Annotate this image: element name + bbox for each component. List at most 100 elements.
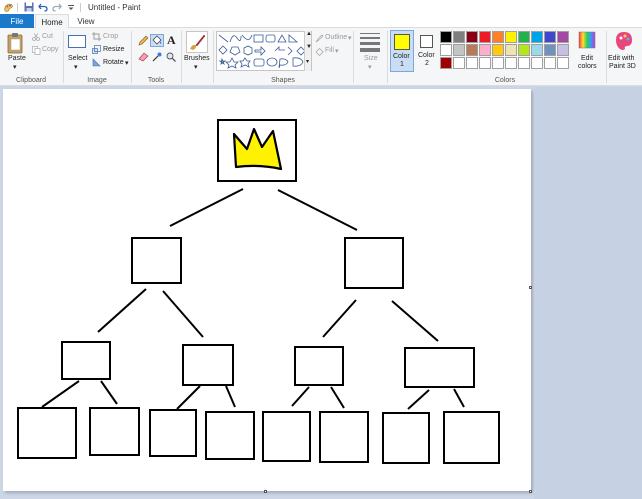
- save-icon[interactable]: [23, 1, 35, 13]
- paint3d-label-2: Paint 3D: [609, 63, 636, 70]
- brushes-dropdown-icon[interactable]: ▾: [194, 63, 198, 71]
- select-button[interactable]: [68, 35, 86, 48]
- paint3d-icon[interactable]: [615, 31, 633, 53]
- palette-swatch[interactable]: [531, 31, 543, 43]
- palette-swatch[interactable]: [453, 31, 465, 43]
- tab-view[interactable]: View: [70, 14, 102, 28]
- select-dropdown-icon[interactable]: ▾: [74, 63, 78, 71]
- canvas-resize-handle-corner[interactable]: [529, 490, 532, 493]
- shapes-gallery[interactable]: [216, 31, 312, 71]
- rotate-icon: [92, 58, 101, 69]
- fill-button[interactable]: Fill: [325, 47, 334, 54]
- shapes-group: ▲ ▼ ▾ Outline ▾ Fill ▾ Shapes: [214, 28, 352, 86]
- size-dropdown-icon[interactable]: ▾: [368, 63, 372, 71]
- edit-colors-label-1: Edit: [581, 55, 594, 62]
- palette-swatch[interactable]: [544, 31, 556, 43]
- palette-swatch[interactable]: [557, 31, 569, 43]
- customize-toolbar-icon[interactable]: [65, 1, 77, 13]
- rotate-dropdown-icon[interactable]: ▾: [125, 59, 129, 67]
- level4-box-5: [262, 411, 311, 462]
- palette-swatch[interactable]: [557, 57, 569, 69]
- level4-box-2: [89, 407, 140, 456]
- fill-dropdown-icon[interactable]: ▾: [335, 47, 339, 55]
- cut-button[interactable]: Cut: [42, 33, 53, 40]
- canvas-resize-handle-right[interactable]: [529, 286, 532, 289]
- paste-dropdown-icon[interactable]: ▾: [13, 63, 17, 71]
- palette-swatch[interactable]: [440, 57, 452, 69]
- shapes-scrollbar[interactable]: ▲ ▼ ▾: [304, 31, 312, 71]
- paint-app-icon[interactable]: [2, 1, 14, 13]
- canvas-resize-handle-bottom[interactable]: [264, 490, 267, 493]
- colors-group-label: Colors: [494, 77, 516, 84]
- palette-swatch[interactable]: [531, 44, 543, 56]
- copy-button[interactable]: Copy: [42, 46, 58, 53]
- magnifier-icon[interactable]: [166, 52, 176, 64]
- color1-button[interactable]: Color 1: [390, 30, 414, 72]
- copy-icon: [32, 46, 41, 57]
- scissors-icon: [32, 33, 41, 43]
- palette-swatch[interactable]: [505, 57, 517, 69]
- undo-icon[interactable]: [37, 1, 49, 13]
- palette-swatch[interactable]: [505, 31, 517, 43]
- rotate-button[interactable]: Rotate: [103, 59, 124, 66]
- pencil-icon[interactable]: [138, 35, 149, 48]
- level3-box-1: [61, 341, 111, 380]
- tab-file[interactable]: File: [0, 14, 34, 28]
- tab-home[interactable]: Home: [35, 14, 69, 29]
- color2-button[interactable]: Color 2: [416, 30, 440, 72]
- drawing-canvas[interactable]: [3, 89, 531, 491]
- text-tool-icon[interactable]: A: [167, 33, 176, 48]
- brushes-button[interactable]: [186, 31, 208, 53]
- palette-swatch[interactable]: [492, 31, 504, 43]
- size-lines-icon[interactable]: [360, 33, 380, 52]
- level2-box-left: [131, 237, 182, 284]
- color-palette: [440, 31, 580, 75]
- crop-button[interactable]: Crop: [103, 33, 118, 40]
- outline-icon: [315, 34, 324, 45]
- palette-swatch[interactable]: [466, 44, 478, 56]
- palette-swatch[interactable]: [544, 44, 556, 56]
- redo-icon[interactable]: [51, 1, 63, 13]
- tools-group: A Tools: [132, 28, 180, 86]
- ribbon-home: Paste ▾ Cut Copy Clipboard Select ▾ Crop…: [0, 28, 642, 86]
- size-group: Size ▾: [354, 28, 386, 86]
- palette-swatch[interactable]: [466, 57, 478, 69]
- window-title: Untitled - Paint: [88, 2, 141, 12]
- palette-swatch[interactable]: [466, 31, 478, 43]
- palette-swatch[interactable]: [453, 57, 465, 69]
- outline-dropdown-icon[interactable]: ▾: [348, 34, 352, 42]
- palette-swatch[interactable]: [479, 57, 491, 69]
- workspace: [0, 87, 642, 499]
- fill-bucket-icon[interactable]: [150, 34, 164, 47]
- outline-button[interactable]: Outline: [325, 34, 347, 41]
- palette-swatch[interactable]: [531, 57, 543, 69]
- palette-swatch[interactable]: [440, 31, 452, 43]
- colors-group: Color 1 Color 2 Edit colors Colors: [388, 28, 606, 86]
- palette-swatch[interactable]: [453, 44, 465, 56]
- resize-button[interactable]: Resize: [103, 46, 124, 53]
- brushes-group: Brushes ▾: [182, 28, 212, 86]
- edit-colors-icon[interactable]: [578, 31, 598, 51]
- palette-swatch[interactable]: [479, 31, 491, 43]
- image-group-label: Image: [87, 77, 107, 84]
- size-button[interactable]: Size: [364, 55, 378, 62]
- edit-colors-label-2: colors: [578, 63, 597, 70]
- family-tree-drawing: [17, 119, 500, 464]
- color-picker-icon[interactable]: [152, 52, 162, 64]
- palette-swatch[interactable]: [518, 44, 530, 56]
- palette-swatch[interactable]: [544, 57, 556, 69]
- eraser-icon[interactable]: [138, 52, 149, 64]
- level4-box-1: [17, 407, 77, 459]
- palette-swatch[interactable]: [479, 44, 491, 56]
- workspace-right-area: [534, 87, 642, 499]
- color1-swatch: [394, 34, 410, 50]
- palette-swatch[interactable]: [518, 57, 530, 69]
- palette-swatch[interactable]: [492, 44, 504, 56]
- palette-swatch[interactable]: [518, 31, 530, 43]
- palette-swatch[interactable]: [557, 44, 569, 56]
- shapes-group-label: Shapes: [271, 77, 295, 84]
- palette-swatch[interactable]: [440, 44, 452, 56]
- palette-swatch[interactable]: [492, 57, 504, 69]
- clipboard-group: Paste ▾ Cut Copy Clipboard: [0, 28, 62, 86]
- palette-swatch[interactable]: [505, 44, 517, 56]
